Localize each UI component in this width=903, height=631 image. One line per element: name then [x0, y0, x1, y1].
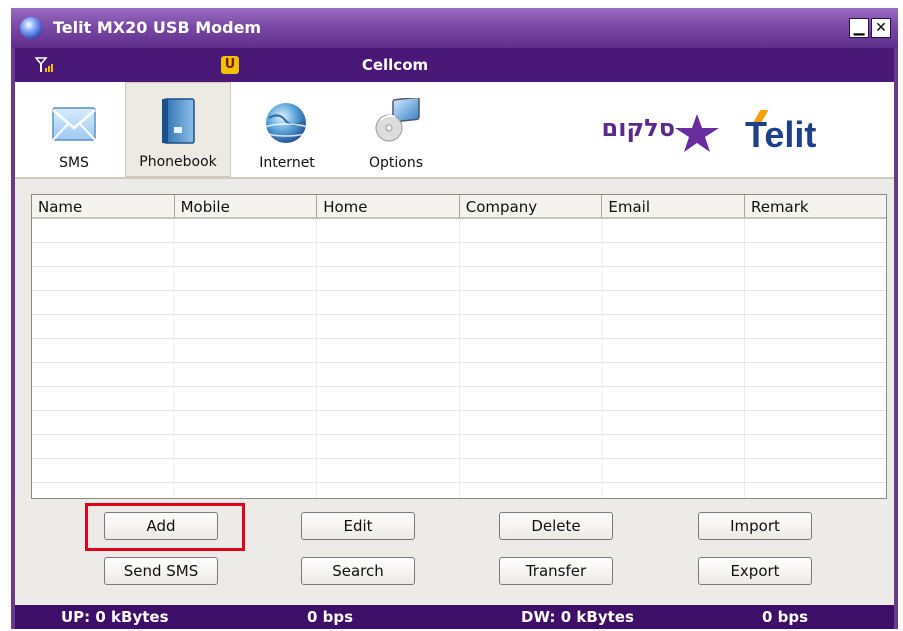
tab-phonebook[interactable]: Phonebook [125, 82, 231, 177]
tab-internet[interactable]: Internet [247, 82, 327, 177]
signal-strength-icon [35, 57, 53, 72]
window-title: Telit MX20 USB Modem [53, 18, 262, 37]
minimize-button[interactable]: ▁ [849, 18, 869, 38]
tab-phonebook-label: Phonebook [139, 154, 217, 170]
cellcom-logo-text: סלקום [601, 114, 675, 142]
toolbar: SMS Phonebook Internet Options סלקום Tel… [15, 82, 894, 179]
table-body[interactable] [32, 219, 886, 498]
tab-options[interactable]: Options [351, 82, 441, 177]
export-button[interactable]: Export [698, 557, 812, 585]
upload-bytes: UP: 0 kBytes [61, 608, 169, 626]
close-button[interactable]: ✕ [871, 18, 891, 38]
upload-rate: 0 bps [307, 608, 354, 626]
status-bar: UP: 0 kBytes 0 bps DW: 0 kBytes 0 bps [15, 605, 894, 629]
u-badge-icon: U [221, 56, 239, 74]
tab-options-label: Options [368, 155, 424, 171]
column-header-email[interactable]: Email [602, 195, 745, 219]
search-button[interactable]: Search [301, 557, 415, 585]
computer-cd-icon [375, 98, 420, 142]
tab-sms[interactable]: SMS [33, 82, 115, 177]
telit-logo: Telit [745, 110, 845, 162]
table-header: Name Mobile Home Company Email Remark [32, 195, 886, 219]
star-icon [675, 114, 719, 152]
column-header-mobile[interactable]: Mobile [174, 195, 318, 219]
delete-button[interactable]: Delete [499, 512, 613, 540]
import-button[interactable]: Import [698, 512, 812, 540]
download-bytes: DW: 0 kBytes [521, 608, 634, 626]
main-panel: SMS Phonebook Internet Options סלקום Tel… [15, 82, 894, 605]
signal-bar: U Cellcom [15, 48, 894, 82]
column-header-company[interactable]: Company [459, 195, 603, 219]
column-header-name[interactable]: Name [32, 195, 175, 219]
tab-internet-label: Internet [259, 155, 315, 171]
add-button[interactable]: Add [104, 512, 218, 540]
telit-logo-text: Telit [745, 114, 817, 155]
transfer-button[interactable]: Transfer [499, 557, 613, 585]
download-rate: 0 bps [762, 608, 809, 626]
column-header-home[interactable]: Home [317, 195, 460, 219]
globe-icon [261, 103, 311, 143]
cellcom-logo: סלקום [595, 112, 725, 160]
carrier-name: Cellcom [361, 56, 429, 74]
phonebook-icon [162, 98, 195, 144]
tab-sms-label: SMS [59, 155, 89, 171]
toolbar-divider [15, 177, 894, 179]
modem-window: Telit MX20 USB Modem ▁ ✕ U Cellcom SMS P… [11, 8, 898, 629]
title-bar[interactable]: Telit MX20 USB Modem ▁ ✕ [11, 8, 898, 48]
globe-app-icon [20, 17, 42, 39]
send-sms-button[interactable]: Send SMS [104, 557, 218, 585]
column-header-remark[interactable]: Remark [744, 195, 886, 219]
contacts-table[interactable]: Name Mobile Home Company Email Remark [31, 194, 887, 499]
edit-button[interactable]: Edit [301, 512, 415, 540]
envelope-icon [52, 107, 96, 141]
